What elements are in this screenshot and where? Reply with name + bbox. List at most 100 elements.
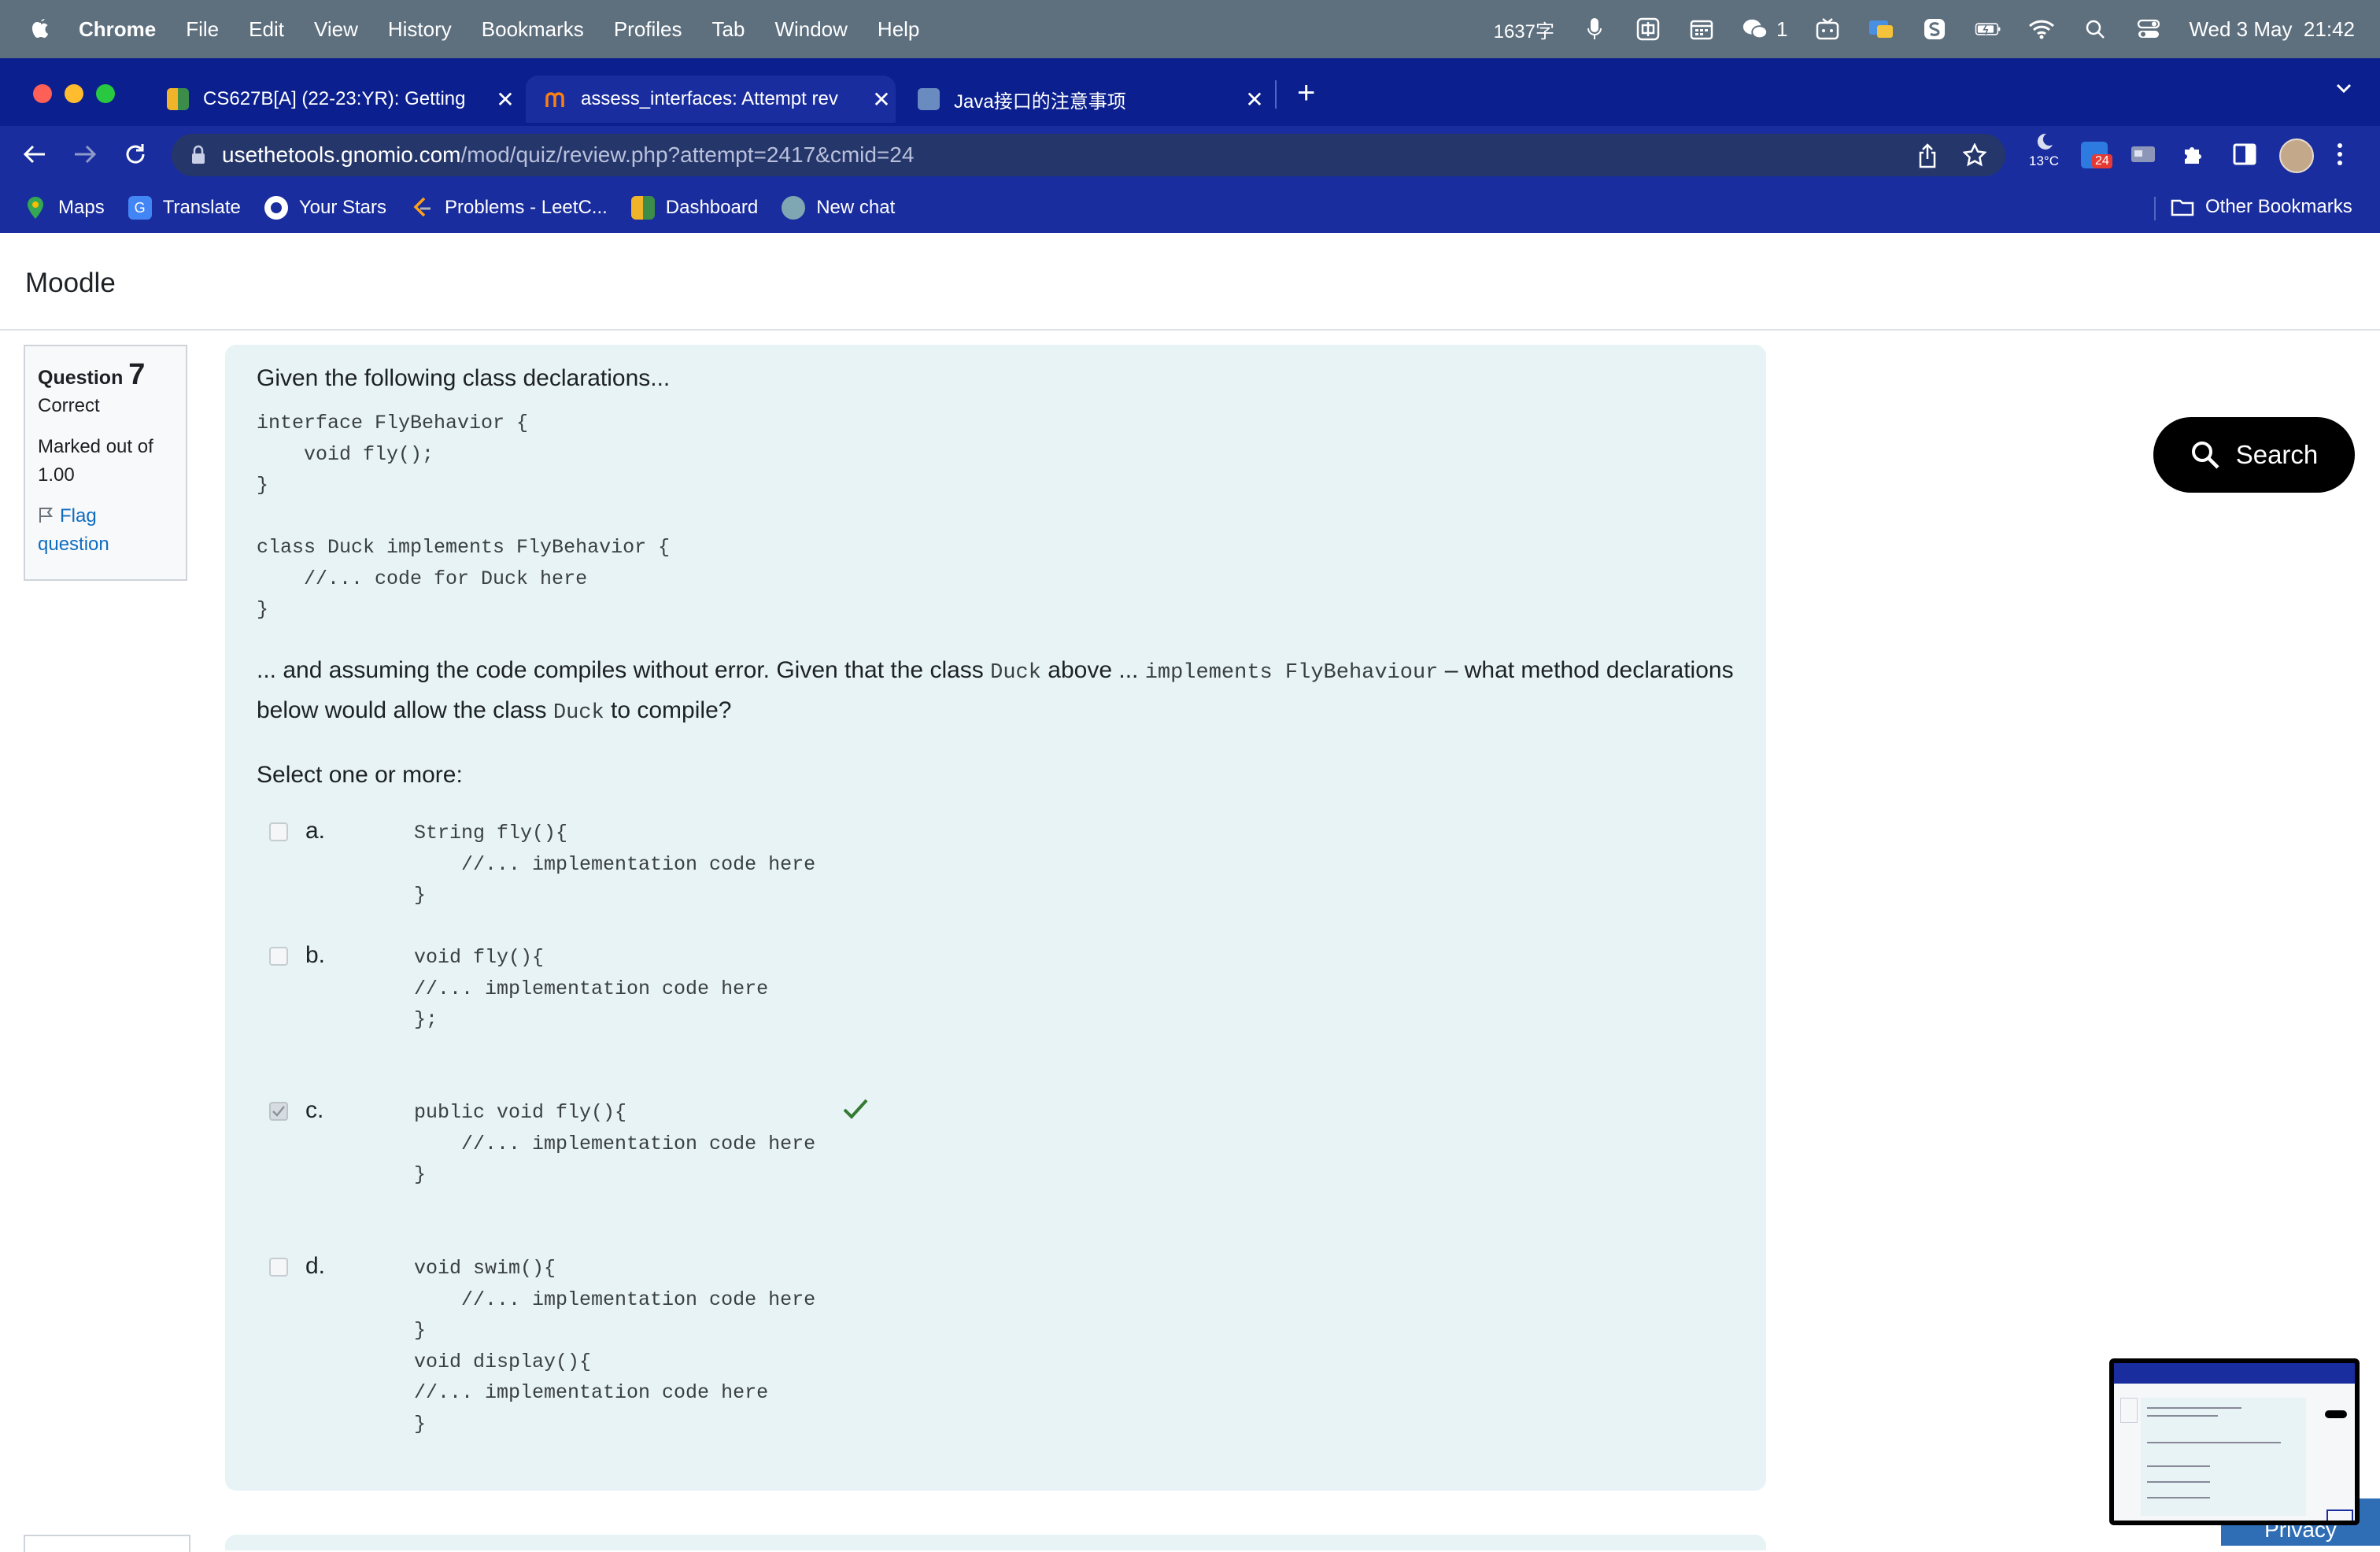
correct-tick-icon — [842, 1097, 869, 1125]
question-grade: Marked out of 1.00 — [38, 436, 153, 486]
tab-quiz-review[interactable]: assess_interfaces: Attempt rev ✕ — [526, 76, 896, 123]
share-icon[interactable] — [1917, 143, 1938, 172]
back-arrow-icon[interactable] — [19, 139, 50, 170]
inline-code: Duck — [990, 661, 1041, 685]
search-icon — [2190, 440, 2220, 470]
chatgpt-favicon-icon — [918, 88, 940, 110]
question-number: Question 7 — [38, 360, 173, 392]
moodle-favicon-icon — [545, 88, 567, 110]
question-text-part: ... and assuming the code compiles witho… — [257, 657, 991, 683]
control-center-icon[interactable] — [2135, 17, 2162, 41]
tab-close-icon[interactable]: ✕ — [491, 87, 519, 113]
bookmarks-bar: Maps G Translate Your Stars Problems - L… — [0, 183, 2380, 233]
tab-title: CS627B[A] (22-23:YR): Getting — [203, 88, 466, 109]
bookmark-label: Problems - LeetC... — [445, 197, 608, 218]
question-formulation: Given the following class declarations..… — [225, 345, 1766, 1491]
maps-pin-icon — [24, 196, 47, 220]
spotlight-search-icon[interactable] — [2082, 17, 2108, 41]
new-tab-button[interactable]: + — [1297, 76, 1315, 111]
lock-icon[interactable] — [190, 145, 206, 169]
zoom-window-button[interactable] — [96, 84, 115, 103]
microphone-icon[interactable] — [1581, 17, 1608, 41]
question-info-panel: Question 7 Correct Marked out of 1.00 Fl… — [24, 345, 187, 581]
tab-java-interfaces[interactable]: Java接口的注意事项 ✕ — [899, 76, 1269, 123]
bookmark-label: Translate — [162, 197, 241, 218]
profile-avatar[interactable] — [2279, 139, 2314, 173]
moodle-course-favicon-icon — [167, 88, 189, 110]
close-window-button[interactable] — [33, 84, 52, 103]
tv-icon[interactable] — [1814, 17, 1841, 41]
tab-title: assess_interfaces: Attempt rev — [581, 88, 838, 109]
bookmark-label: Maps — [58, 197, 105, 218]
input-count-label[interactable]: 1637字 — [1494, 16, 1554, 43]
menu-help[interactable]: Help — [878, 17, 919, 42]
bookmark-maps[interactable]: Maps — [24, 196, 105, 220]
inline-code: Duck — [552, 701, 604, 725]
bookmark-your-stars[interactable]: Your Stars — [264, 196, 386, 220]
site-name-link[interactable]: Moodle — [25, 268, 116, 299]
sync-app-icon[interactable] — [1921, 17, 1948, 41]
menu-view[interactable]: View — [314, 17, 358, 42]
other-bookmarks-label: Other Bookmarks — [2205, 196, 2352, 217]
bookmark-star-icon[interactable] — [1962, 142, 1987, 171]
answer-checkbox-checked[interactable] — [269, 1102, 288, 1121]
menu-file[interactable]: File — [186, 17, 219, 42]
url-text[interactable]: usethetools.gnomio.com/mod/quiz/review.p… — [222, 142, 914, 168]
side-panel-icon[interactable] — [2232, 142, 2257, 171]
bookmark-new-chat[interactable]: New chat — [782, 196, 895, 220]
menu-window[interactable]: Window — [774, 17, 847, 42]
address-bar[interactable]: usethetools.gnomio.com/mod/quiz/review.p… — [172, 134, 2005, 176]
reload-icon[interactable] — [120, 139, 151, 170]
answer-code: String fly(){ //... implementation code … — [414, 822, 816, 907]
tab-search-chevron-icon[interactable] — [2333, 77, 2355, 103]
moon-icon — [2037, 133, 2053, 150]
other-bookmarks[interactable]: Other Bookmarks — [2171, 195, 2352, 219]
chrome-menu-icon[interactable] — [2336, 142, 2344, 171]
apple-icon[interactable] — [30, 17, 54, 42]
bookmark-label: Dashboard — [665, 197, 759, 218]
menu-history[interactable]: History — [388, 17, 452, 42]
bookmark-dashboard[interactable]: Dashboard — [630, 196, 759, 220]
answer-checkbox[interactable] — [269, 1258, 288, 1277]
screenshot-thumbnail[interactable] — [2109, 1358, 2360, 1525]
menu-profiles[interactable]: Profiles — [614, 17, 682, 42]
checkmark-icon — [272, 1106, 285, 1117]
question-text: ... and assuming the code compiles witho… — [257, 652, 1736, 732]
clock[interactable]: Wed 3 May 21:42 — [2189, 17, 2355, 42]
next-question-info-panel — [24, 1535, 190, 1552]
input-method-icon[interactable] — [1635, 17, 1661, 41]
weather-extension[interactable]: 13°C — [2024, 131, 2064, 178]
menu-app-name[interactable]: Chrome — [79, 17, 156, 42]
answer-code: void swim(){ //... implementation code h… — [414, 1257, 816, 1436]
answer-prompt: Select one or more: — [257, 762, 463, 788]
menu-bookmarks[interactable]: Bookmarks — [482, 17, 584, 42]
answer-checkbox[interactable] — [269, 947, 288, 966]
bookmark-translate[interactable]: G Translate — [128, 196, 241, 220]
menu-tab[interactable]: Tab — [712, 17, 745, 42]
extension-card-icon[interactable] — [2130, 143, 2156, 169]
bookmark-leetcode[interactable]: Problems - LeetC... — [410, 196, 608, 220]
calendar-icon[interactable] — [1688, 17, 1715, 41]
display-icon[interactable] — [1868, 17, 1894, 41]
leetcode-icon — [410, 196, 434, 220]
extensions-puzzle-icon[interactable] — [2180, 142, 2205, 171]
battery-icon[interactable] — [1975, 17, 2001, 41]
folder-icon — [2171, 195, 2194, 219]
tab-course[interactable]: CS627B[A] (22-23:YR): Getting ✕ — [148, 76, 519, 123]
answer-code: void fly(){ //... implementation code he… — [414, 946, 769, 1031]
menu-edit[interactable]: Edit — [249, 17, 284, 42]
wifi-icon[interactable] — [2028, 17, 2055, 41]
extension-app-icon[interactable]: 24 — [2081, 142, 2112, 168]
answer-checkbox[interactable] — [269, 822, 288, 841]
bookmark-label: New chat — [816, 197, 896, 218]
floating-search-button[interactable]: Search — [2153, 417, 2355, 493]
flag-question-link[interactable]: Flag question — [38, 502, 173, 559]
search-button-label: Search — [2235, 440, 2319, 469]
wechat-status[interactable]: 1 — [1742, 17, 1787, 42]
forward-arrow-icon[interactable] — [69, 139, 101, 170]
next-question-formulation — [225, 1535, 1766, 1550]
bookmark-label: Your Stars — [298, 197, 387, 218]
tab-close-icon[interactable]: ✕ — [867, 87, 896, 113]
minimize-window-button[interactable] — [65, 84, 83, 103]
tab-close-icon[interactable]: ✕ — [1240, 87, 1269, 113]
